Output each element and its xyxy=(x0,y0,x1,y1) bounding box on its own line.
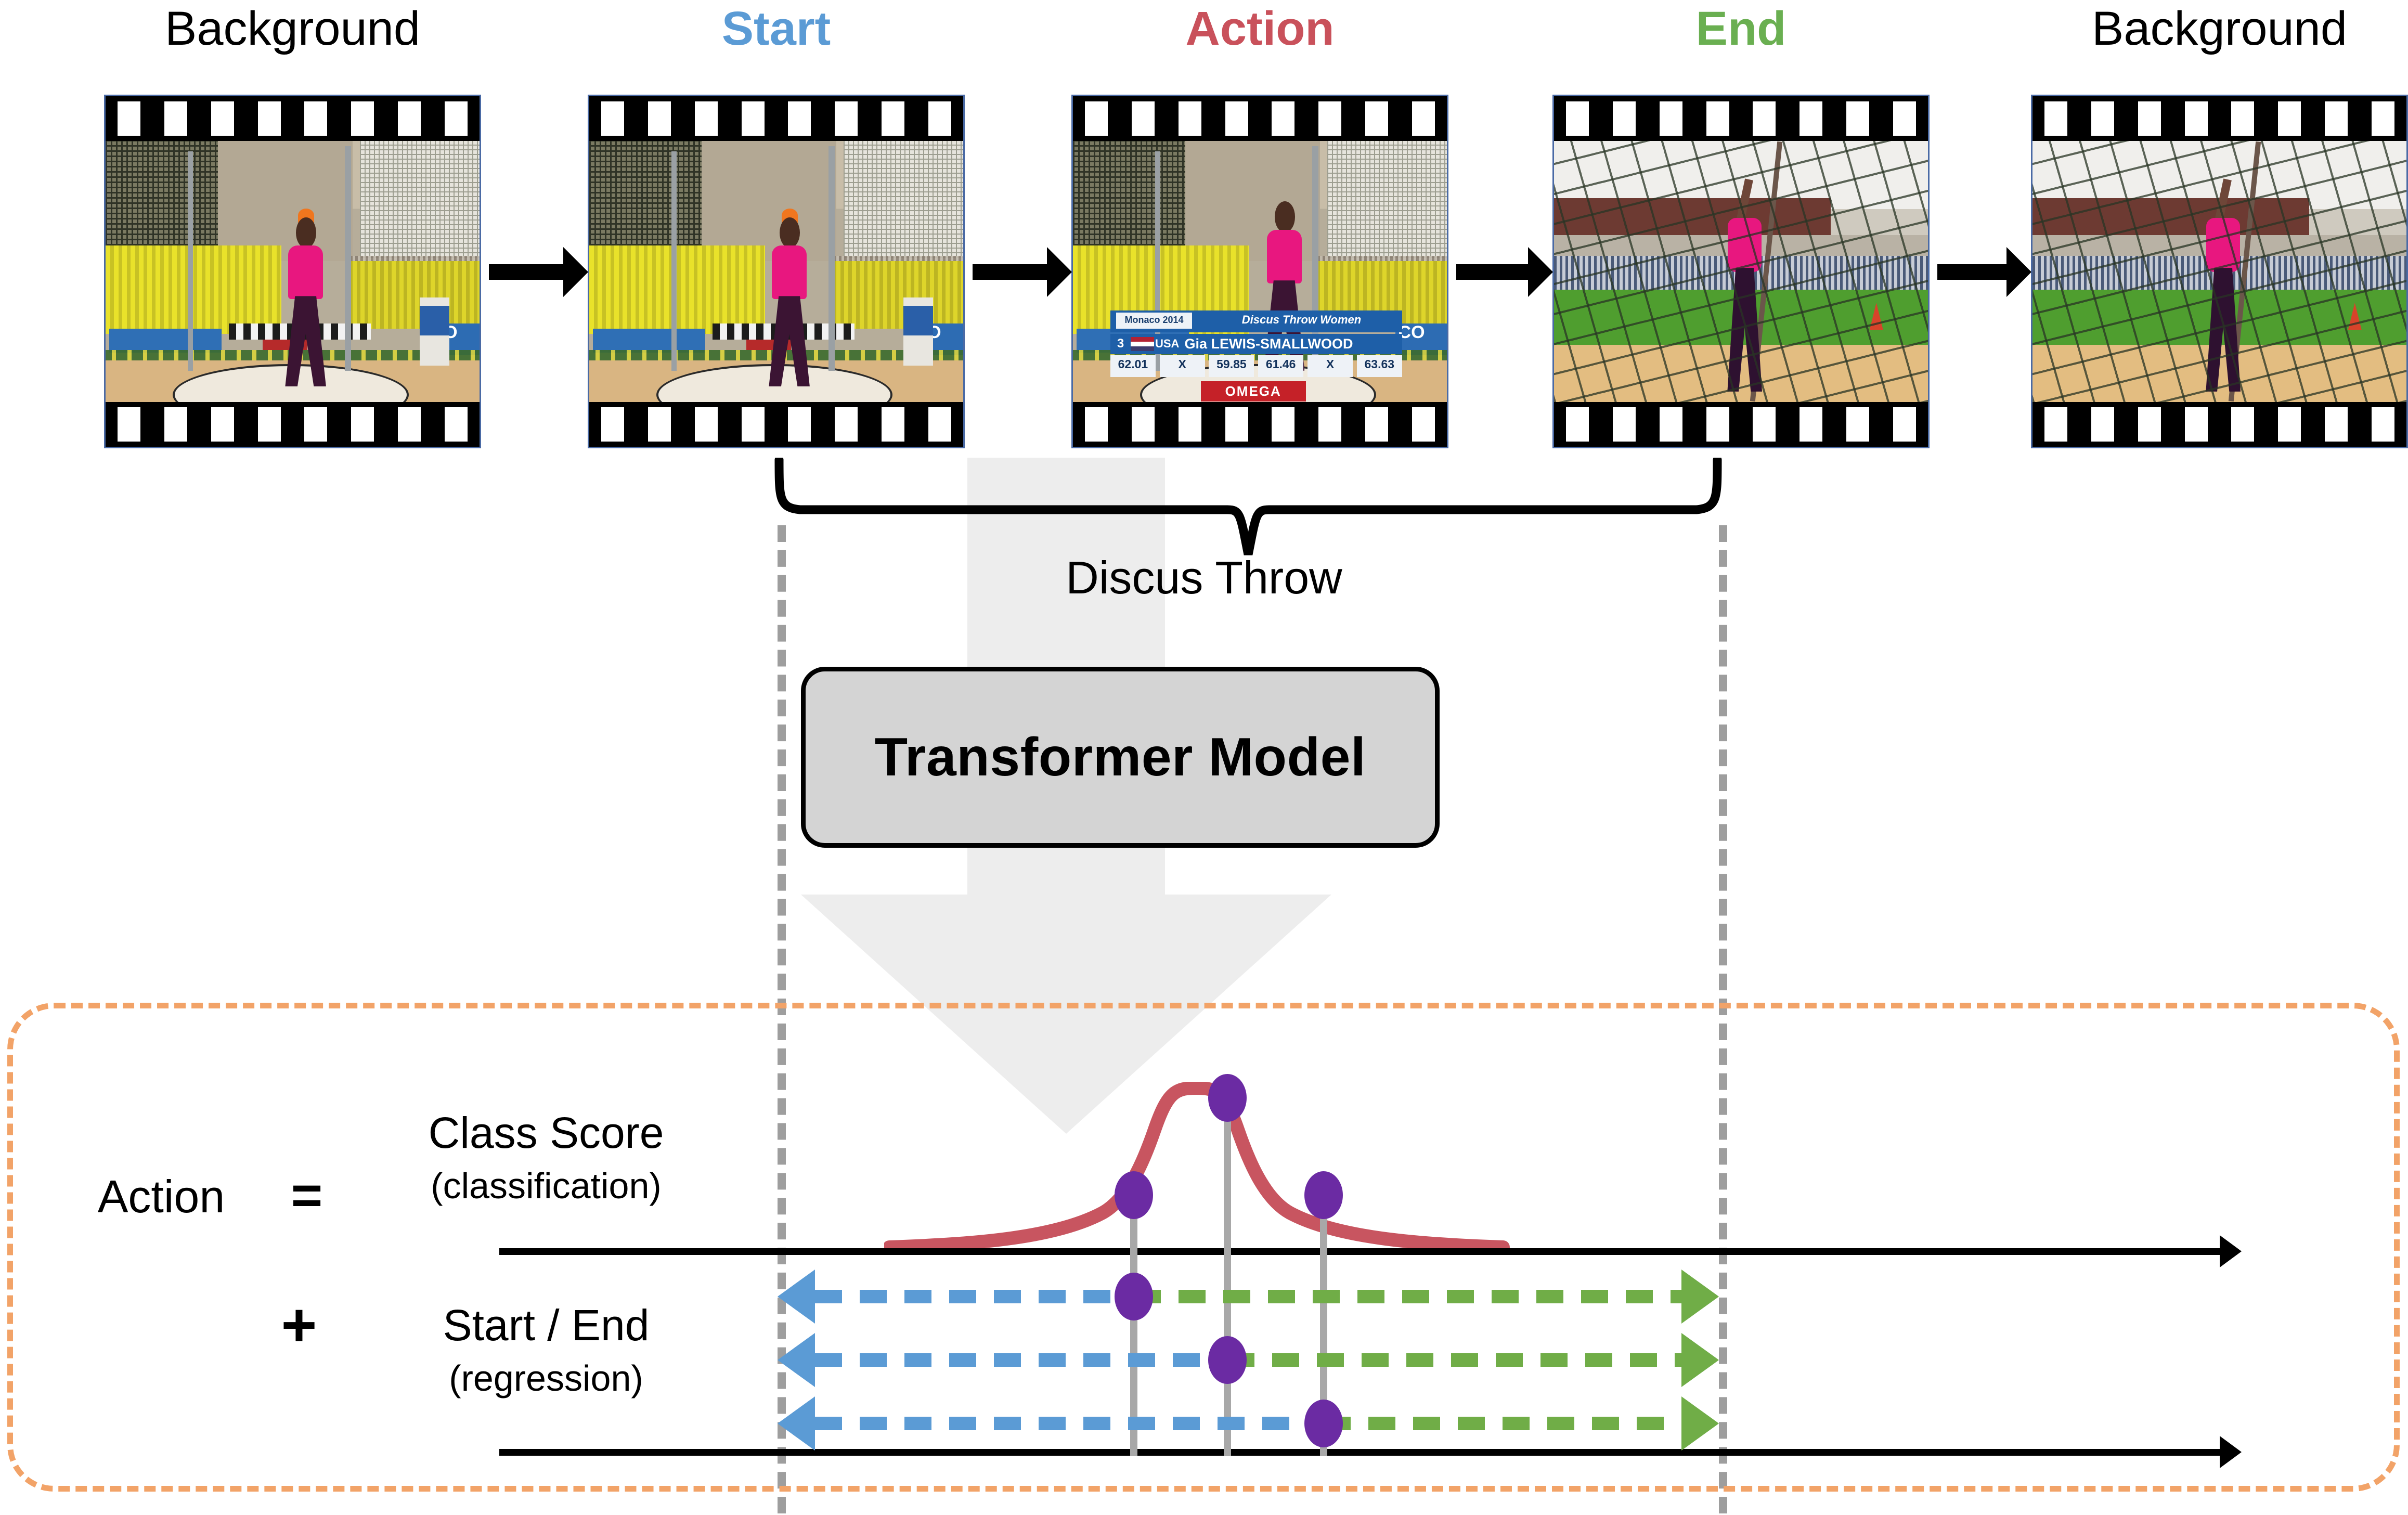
sprocket-holes-top xyxy=(589,98,963,139)
scoreboard-attempt: X xyxy=(1307,355,1353,378)
frame-image: CO xyxy=(589,141,963,402)
sprocket-holes-bottom xyxy=(589,404,963,445)
scoreboard-attempt: 59.85 xyxy=(1209,355,1254,378)
start-arrowhead-row3 xyxy=(778,1396,815,1451)
anchor-point-row2[interactable] xyxy=(1208,1336,1247,1384)
time-axis-classification xyxy=(499,1235,2242,1267)
film-frame-action: CO Monaco 2014 Discus Throw Women 3 USA … xyxy=(1071,95,1448,448)
scoreboard-sponsor-logo: OMEGA xyxy=(1200,381,1306,402)
scoreboard-athlete: Gia LEWIS-SMALLWOOD xyxy=(1184,335,1353,352)
sprocket-holes-top xyxy=(2032,98,2406,139)
strip-label-action: Action xyxy=(1185,2,1335,55)
start-offset-dashes-row2 xyxy=(815,1353,1227,1367)
anchor-point-left-score[interactable] xyxy=(1115,1171,1153,1219)
frame-image: CO Monaco 2014 Discus Throw Women 3 USA … xyxy=(1073,141,1447,402)
film-frame-start: CO xyxy=(588,95,965,448)
sprocket-holes-top xyxy=(1073,98,1447,139)
strip-label-background-right: Background xyxy=(2092,2,2347,55)
connector-arrow-1 xyxy=(489,247,588,297)
start-offset-dashes-row3 xyxy=(815,1417,1324,1430)
anchor-line-center xyxy=(1224,1097,1231,1456)
film-frame-end xyxy=(1552,95,1930,448)
anchor-point-row3[interactable] xyxy=(1304,1400,1343,1447)
frame-image: CO xyxy=(106,141,480,402)
anchor-point-right-score[interactable] xyxy=(1304,1171,1343,1219)
scoreboard-attempt: 62.01 xyxy=(1110,355,1156,378)
time-axis-regression xyxy=(499,1436,2242,1468)
scoreboard-attempt: 61.46 xyxy=(1258,355,1304,378)
start-arrowhead-row1 xyxy=(778,1270,815,1324)
sprocket-holes-top xyxy=(1554,98,1928,139)
end-offset-dashes-row2 xyxy=(1227,1353,1681,1367)
boundary-regression-subtitle: (regression) xyxy=(449,1358,643,1399)
sprocket-holes-bottom xyxy=(106,404,480,445)
transformer-model-box[interactable]: Transformer Model xyxy=(801,667,1440,848)
end-arrowhead-row1 xyxy=(1681,1270,1719,1324)
connector-arrow-2 xyxy=(973,247,1072,297)
class-score-subtitle: (classification) xyxy=(431,1166,662,1206)
strip-label-start: Start xyxy=(721,2,831,55)
scoreboard-meet: Monaco 2014 xyxy=(1116,313,1192,329)
scoreboard-country: USA xyxy=(1155,337,1180,351)
class-score-title: Class Score xyxy=(428,1108,664,1157)
boundary-regression-title: Start / End xyxy=(443,1301,650,1350)
film-frame-background-right xyxy=(2031,95,2408,448)
class-score-curve xyxy=(884,1082,1510,1253)
strip-label-end: End xyxy=(1695,2,1786,55)
sprocket-holes-bottom xyxy=(1554,404,1928,445)
strip-label-background-left: Background xyxy=(165,2,420,55)
anchor-point-center-score[interactable] xyxy=(1208,1074,1247,1122)
broadcast-scoreboard: Monaco 2014 Discus Throw Women 3 USA Gia… xyxy=(1110,310,1402,402)
action-label: Action xyxy=(97,1171,225,1222)
scoreboard-rank: 3 xyxy=(1117,336,1124,351)
end-offset-dashes-row3 xyxy=(1324,1417,1681,1430)
sprocket-holes-bottom xyxy=(1073,404,1447,445)
segment-label: Discus Throw xyxy=(1066,552,1342,603)
film-frame-background-left: CO xyxy=(104,95,481,448)
anchor-point-row1[interactable] xyxy=(1115,1273,1153,1320)
sprocket-holes-bottom xyxy=(2032,404,2406,445)
transformer-model-label: Transformer Model xyxy=(874,727,1366,787)
connector-arrow-3 xyxy=(1456,247,1553,297)
scoreboard-flag-icon xyxy=(1131,336,1154,351)
end-arrowhead-row2 xyxy=(1681,1333,1719,1387)
plus-sign: + xyxy=(281,1291,317,1359)
action-segment-brace xyxy=(774,458,1722,555)
start-offset-dashes-row1 xyxy=(815,1290,1134,1303)
start-arrowhead-row2 xyxy=(778,1333,815,1387)
equals-sign: = xyxy=(291,1166,323,1226)
frame-image xyxy=(1554,141,1928,402)
frame-image xyxy=(2032,141,2406,402)
end-offset-dashes-row1 xyxy=(1134,1290,1681,1303)
connector-arrow-4 xyxy=(1937,247,2031,297)
end-arrowhead-row3 xyxy=(1681,1396,1719,1451)
scoreboard-attempt: 63.63 xyxy=(1356,355,1402,378)
scoreboard-event: Discus Throw Women xyxy=(1241,313,1362,327)
diagram-canvas: Background Start Action End Background C… xyxy=(0,0,2408,1515)
scoreboard-attempt: X xyxy=(1159,355,1205,378)
sprocket-holes-top xyxy=(106,98,480,139)
